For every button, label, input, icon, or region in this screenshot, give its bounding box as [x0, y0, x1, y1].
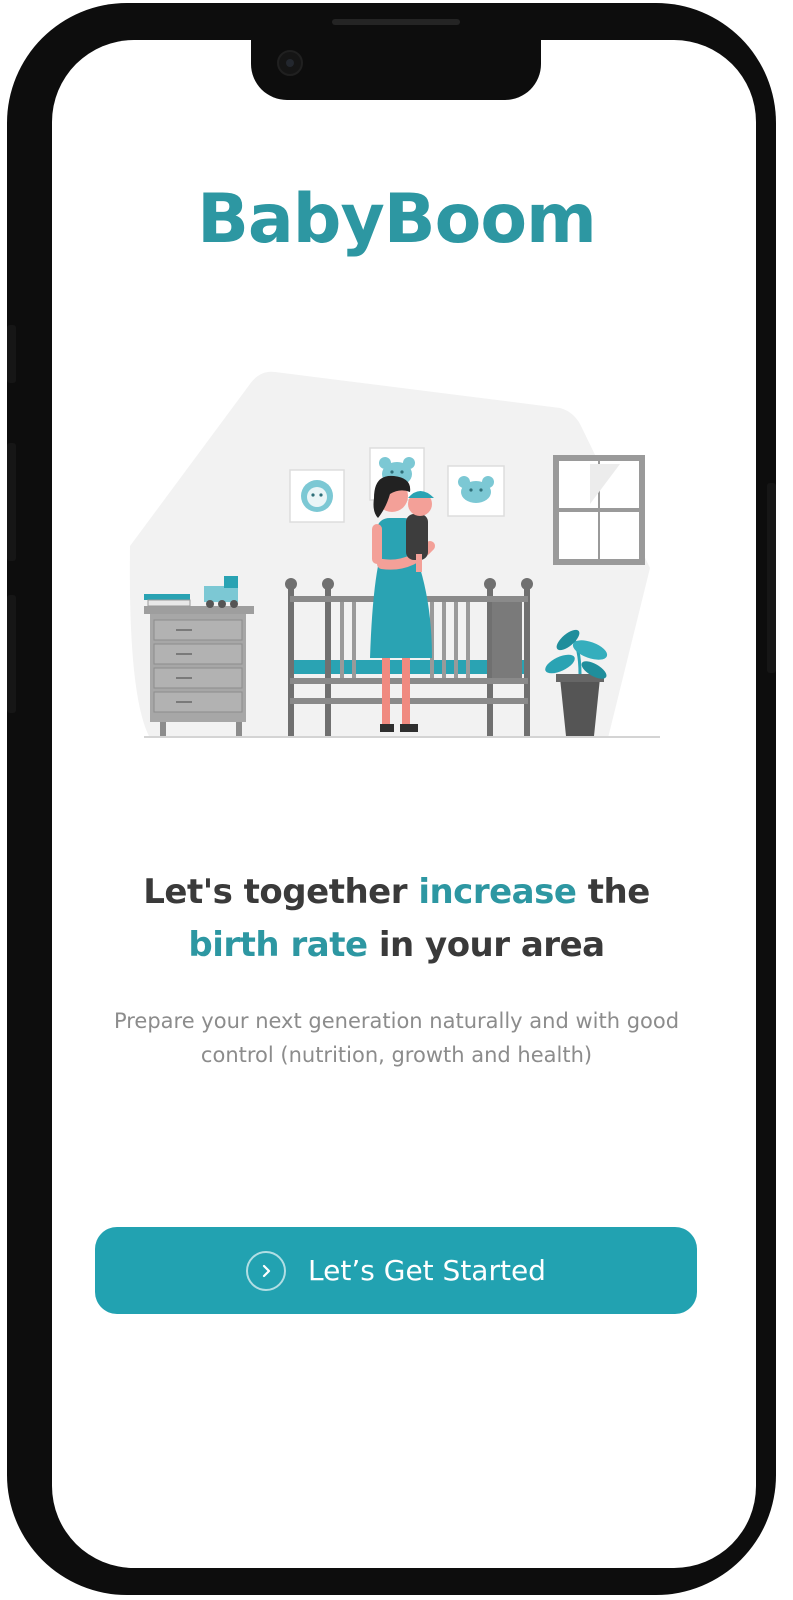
window — [553, 455, 645, 565]
headline-text-3: in your area — [367, 925, 605, 965]
headline: Let's together increase the birth rate i… — [0, 866, 793, 972]
headline-text-1: Let's together — [143, 872, 419, 912]
subtitle: Prepare your next generation naturally a… — [113, 1009, 680, 1067]
get-started-button[interactable]: Let’s Get Started — [95, 1227, 697, 1314]
headline-highlight-increase: increase — [418, 872, 577, 912]
volume-down-button — [7, 595, 16, 713]
volume-up-button — [7, 443, 16, 561]
nursery-illustration — [129, 371, 660, 738]
lion-picture-frame — [289, 469, 345, 523]
dresser — [144, 594, 254, 736]
headline-text-2: the — [576, 872, 651, 912]
app-logo: BabyBoom — [197, 180, 597, 259]
power-button — [767, 483, 776, 673]
mute-switch — [7, 325, 16, 383]
front-camera — [277, 50, 303, 76]
speaker-grille — [332, 19, 460, 25]
bear-picture-frame-right — [447, 465, 505, 517]
screen — [52, 40, 756, 1568]
headline-highlight-birth-rate: birth rate — [188, 925, 368, 965]
get-started-label: Let’s Get Started — [308, 1254, 546, 1287]
chevron-right-circle-icon — [246, 1250, 287, 1291]
